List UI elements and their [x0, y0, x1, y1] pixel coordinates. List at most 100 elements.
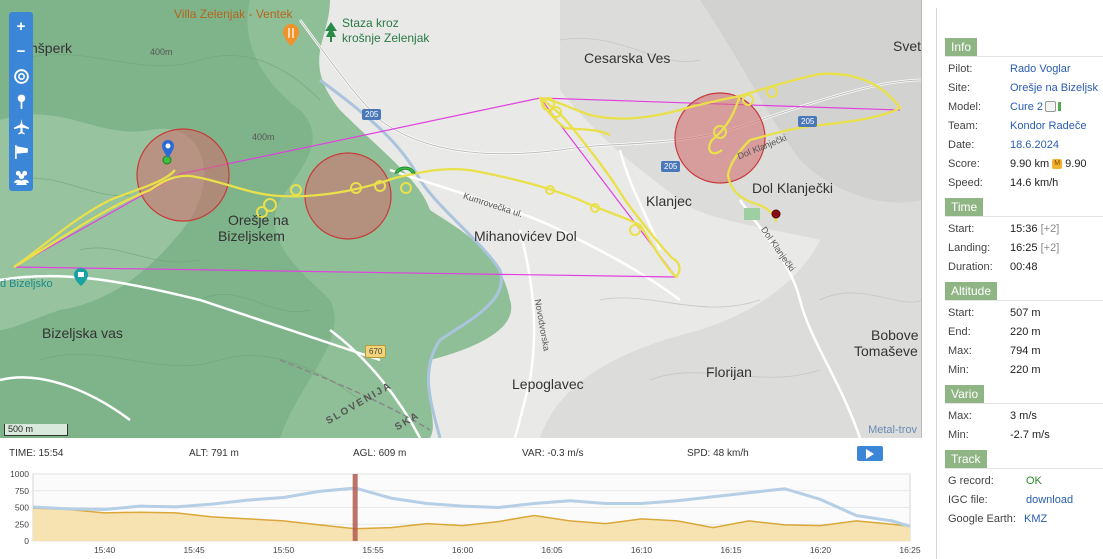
- row-key: Model:: [948, 100, 982, 113]
- label-mihanovicev-dol: Mihanovićev Dol: [474, 228, 577, 244]
- stat-time: TIME: 15:54: [9, 448, 63, 459]
- row-speed: Speed: 14.6 km/h: [937, 173, 1103, 192]
- altitude-chart[interactable]: 0 250 500 750 1000 15:40 15:45 15:50 15:55 16:00…: [0, 471, 922, 559]
- tree-icon: [325, 22, 337, 42]
- model-link[interactable]: Cure 2: [1010, 101, 1043, 113]
- label-lepoglavec: Lepoglavec: [512, 376, 584, 392]
- grecord-value: OK: [1026, 474, 1042, 487]
- class-bar-icon: [1058, 102, 1062, 111]
- stat-var: VAR: -0.3 m/s: [522, 448, 584, 459]
- stat-spd-label: SPD:: [687, 448, 711, 459]
- label-contour-400b: 400m: [252, 132, 275, 142]
- row-key: End:: [948, 325, 971, 338]
- row-start: Start: 15:36 [+2]: [937, 219, 1103, 238]
- timezone-offset: [+2]: [1040, 241, 1060, 254]
- alt-min-value: 220 m: [1010, 363, 1041, 376]
- windsock-icon[interactable]: [9, 139, 33, 164]
- stat-time-value: 15:54: [38, 448, 64, 459]
- y-tick-label: 500: [15, 503, 29, 513]
- x-tick-label: 16:00: [452, 545, 474, 555]
- stat-var-value: -0.3 m/s: [547, 448, 584, 459]
- row-key: Start:: [948, 306, 975, 319]
- section-title: Altitude: [945, 282, 998, 300]
- location-icon[interactable]: [9, 89, 33, 114]
- time-cursor[interactable]: [352, 474, 358, 541]
- row-vario-min: Min: -2.7 m/s: [937, 425, 1103, 444]
- paraglider-icon: [394, 166, 416, 174]
- map-attribution[interactable]: Metal-trov: [868, 424, 917, 436]
- playback-stats: TIME: 15:54 ALT: 791 m AGL: 609 m VAR: -…: [0, 441, 922, 465]
- section-title: Track: [945, 450, 987, 468]
- label-bizeljska-vas: Bizeljska vas: [42, 325, 123, 341]
- team-link[interactable]: Kondor Radeče: [1010, 120, 1086, 132]
- kmz-link[interactable]: KMZ: [1024, 513, 1047, 525]
- row-igc: IGC file: download: [937, 490, 1103, 509]
- row-vario-max: Max: 3 m/s: [937, 406, 1103, 425]
- road-badge-205: 205: [661, 161, 681, 172]
- label-staza-2: krošnje Zelenjak: [342, 31, 430, 45]
- row-key: Site:: [948, 81, 971, 94]
- label-cesarska-ves: Cesarska Ves: [584, 50, 671, 66]
- stat-alt-label: ALT:: [189, 448, 209, 459]
- alt-max-value: 794 m: [1010, 344, 1041, 357]
- row-landing: Landing: 16:25 [+2]: [937, 238, 1103, 257]
- row-key: Max:: [948, 409, 972, 422]
- x-tick-label: 15:40: [94, 545, 116, 555]
- stat-spd: SPD: 48 km/h: [687, 448, 749, 459]
- flight-viewer: Villa Zelenjak - Ventek Staza kroz krošn…: [0, 0, 1103, 559]
- landing-value: 16:25: [1010, 241, 1038, 254]
- row-key: Min:: [948, 428, 969, 441]
- zoom-out-button[interactable]: −: [9, 39, 33, 64]
- label-staza-1: Staza kroz: [342, 16, 399, 30]
- users-icon[interactable]: [9, 164, 33, 189]
- medal-icon: M: [1052, 158, 1063, 169]
- date-link[interactable]: 18.6.2024: [1010, 139, 1059, 151]
- label-florijan: Florijan: [706, 364, 752, 380]
- x-tick-label: 15:55: [362, 545, 384, 555]
- row-key: Duration:: [948, 260, 993, 273]
- zoom-in-button[interactable]: +: [9, 14, 33, 39]
- row-alt-min: Min: 220 m: [937, 360, 1103, 379]
- airplane-icon[interactable]: [9, 114, 33, 139]
- label-oresje-1: Orešje na: [228, 212, 289, 228]
- section-time: Time Start: 15:36 [+2] Landing: 16:25 [+2]…: [937, 198, 1103, 276]
- label-insperk: nšperk: [30, 40, 73, 56]
- y-tick-label: 750: [15, 486, 29, 496]
- pin-marker-icon[interactable]: [162, 140, 174, 158]
- play-button[interactable]: [857, 446, 883, 461]
- thermal-icon[interactable]: [9, 64, 33, 89]
- play-icon: [866, 448, 874, 459]
- x-tick-label: 15:45: [183, 545, 205, 555]
- start-value: 15:36: [1010, 222, 1038, 235]
- row-key: Pilot:: [948, 62, 973, 75]
- row-key: G record:: [948, 474, 994, 487]
- stat-time-label: TIME:: [9, 448, 36, 459]
- map-view[interactable]: Villa Zelenjak - Ventek Staza kroz krošn…: [0, 0, 922, 438]
- restaurant-pin-icon: [283, 24, 299, 46]
- stat-spd-value: 48 km/h: [713, 448, 749, 459]
- row-key: IGC file:: [948, 493, 988, 506]
- row-key: Team:: [948, 119, 978, 132]
- section-altitude: Altitude Start: 507 m End: 220 m Max: 794 m…: [937, 282, 1103, 379]
- y-tick-label: 1000: [10, 471, 29, 479]
- row-alt-max: Max: 794 m: [937, 341, 1103, 360]
- map-toolbar: + −: [9, 12, 33, 191]
- igc-download-link[interactable]: download: [1026, 494, 1073, 506]
- label-bobove-2: Tomaševe: [854, 343, 918, 359]
- x-tick-label: 16:10: [631, 545, 653, 555]
- row-key: Date:: [948, 138, 975, 151]
- y-tick-label: 0: [24, 536, 29, 546]
- pilot-link[interactable]: Rado Voglar: [1010, 63, 1071, 75]
- row-score: Score: 9.90 km M 9.90: [937, 154, 1103, 173]
- stat-alt-value: 791 m: [211, 448, 239, 459]
- row-key: Landing:: [948, 241, 991, 254]
- glider-image-icon[interactable]: [1045, 101, 1057, 112]
- site-link[interactable]: Orešje na Bizeljsk: [1010, 82, 1098, 94]
- label-oresje-2: Bizeljskem: [218, 228, 285, 244]
- alt-end-value: 220 m: [1010, 325, 1041, 338]
- map-scale: 500 m: [4, 424, 68, 436]
- road-badge-670: 670: [365, 345, 387, 358]
- x-tick-label: 16:20: [810, 545, 832, 555]
- stat-agl-value: 609 m: [378, 448, 407, 459]
- vario-min-value: -2.7 m/s: [1010, 428, 1050, 441]
